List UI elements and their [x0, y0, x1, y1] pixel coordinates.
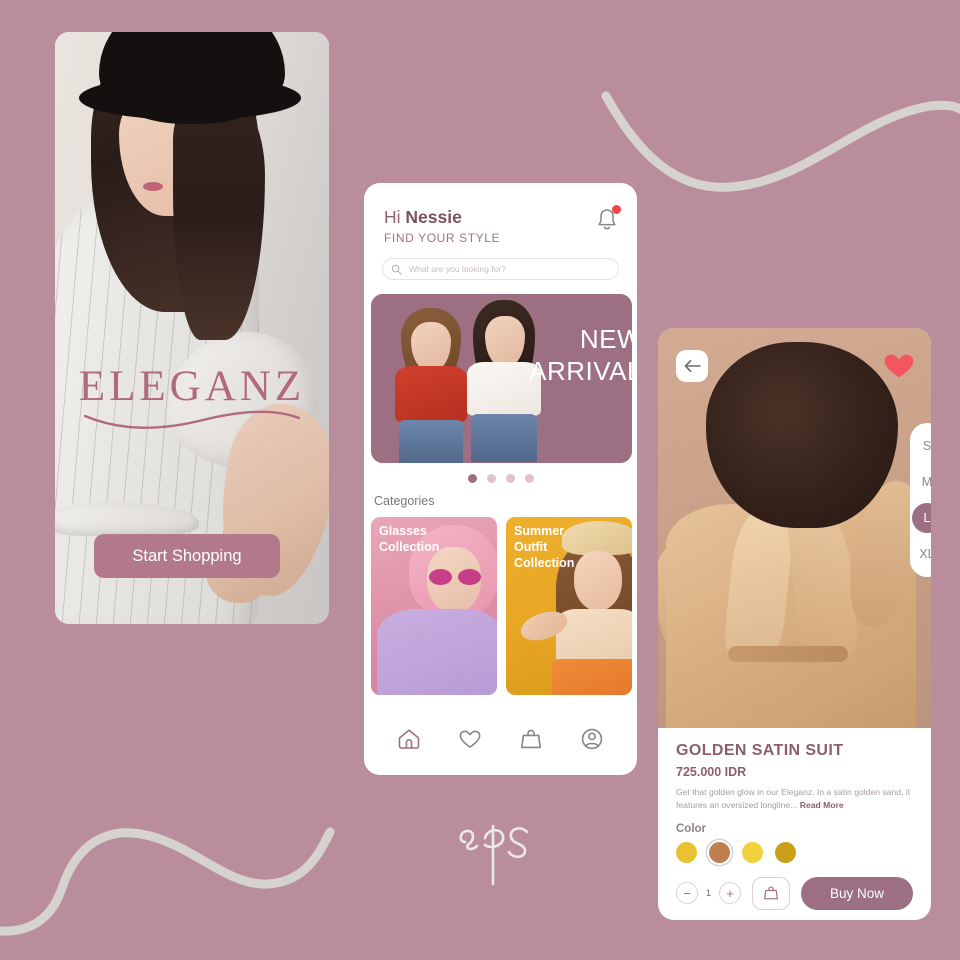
carousel-dot-1[interactable] [467, 474, 477, 483]
carousel-dot-4[interactable] [524, 474, 534, 483]
quantity-value: 1 [705, 887, 712, 899]
buy-now-button[interactable]: Buy Now [801, 876, 913, 910]
product-price: 725.000 IDR [676, 765, 747, 779]
quantity-decrement-button[interactable]: − [676, 882, 698, 905]
onboarding-screen: ELEGANZ Start Shopping [55, 32, 329, 624]
category-label-summer-outfit: Summer Outfit Collection [514, 524, 575, 570]
carousel-dot-2[interactable] [486, 474, 496, 483]
color-swatch-3[interactable] [742, 841, 763, 863]
bag-icon [764, 886, 778, 900]
greeting-prefix: Hi [384, 207, 406, 227]
product-description: Get that golden glow in our Eleganz. In … [676, 786, 913, 813]
color-swatch-1[interactable] [676, 841, 697, 863]
categories-heading: Categories [374, 494, 435, 508]
home-header: Hi Nessie FIND YOUR STYLE [364, 183, 637, 245]
product-detail-screen: S M L XL GOLDEN SATIN SUIT 725.000 IDR G… [658, 328, 931, 920]
color-label: Color [676, 822, 707, 835]
nav-profile-icon[interactable] [579, 726, 605, 752]
quantity-increment-button[interactable]: + [719, 882, 741, 905]
notification-badge-dot [612, 205, 621, 214]
size-option-s[interactable]: S [912, 431, 931, 461]
add-to-bag-button[interactable] [752, 876, 790, 910]
eps-signature-logo [459, 824, 529, 886]
color-swatch-4[interactable] [775, 841, 796, 863]
categories-list: Glasses Collection Summer Outfit Collect… [371, 517, 637, 695]
banner-headline: NEW ARRIVAL [529, 324, 637, 387]
nav-home-icon[interactable] [396, 726, 422, 752]
color-swatch-2[interactable] [709, 841, 730, 863]
search-bar[interactable] [382, 258, 619, 280]
brand-swoosh-icon [83, 410, 301, 429]
carousel-dots[interactable] [364, 474, 637, 483]
tagline: FIND YOUR STYLE [384, 231, 501, 245]
category-card-summer-outfit[interactable]: Summer Outfit Collection [506, 517, 632, 695]
size-option-xl[interactable]: XL [912, 539, 931, 569]
banner-line-1: NEW [579, 324, 637, 354]
product-title: GOLDEN SATIN SUIT [676, 742, 844, 759]
home-screen: Hi Nessie FIND YOUR STYLE What are you l… [364, 183, 637, 775]
new-arrival-banner[interactable]: NEW ARRIVAL [371, 294, 637, 463]
bottom-navigation [364, 703, 637, 775]
search-input[interactable] [409, 264, 610, 274]
greeting-name: Nessie [405, 207, 462, 227]
search-icon [391, 264, 402, 275]
favorite-heart-icon[interactable] [883, 350, 915, 379]
read-more-link[interactable]: Read More [800, 800, 844, 810]
start-shopping-button[interactable]: Start Shopping [94, 534, 280, 578]
category-label-glasses: Glasses Collection [379, 524, 440, 554]
carousel-dot-3[interactable] [505, 474, 515, 483]
quantity-stepper[interactable]: − 1 + [676, 882, 741, 905]
back-arrow-icon [684, 360, 701, 372]
product-hero-photo: S M L XL [658, 328, 931, 728]
greeting: Hi Nessie [384, 207, 617, 228]
back-button[interactable] [676, 350, 708, 382]
banner-line-2: ARRIVAL [529, 355, 637, 386]
color-swatches[interactable] [676, 841, 913, 863]
size-selector[interactable]: S M L XL [910, 423, 931, 577]
product-info: GOLDEN SATIN SUIT 725.000 IDR Get that g… [658, 728, 931, 863]
category-card-glasses[interactable]: Glasses Collection [371, 517, 497, 695]
product-description-text: Get that golden glow in our Eleganz. In … [676, 787, 911, 811]
size-option-m[interactable]: M [912, 467, 931, 497]
product-actions: − 1 + Buy Now [658, 863, 931, 910]
nav-heart-icon[interactable] [457, 726, 483, 752]
brand-wordmark: ELEGANZ [55, 362, 329, 429]
nav-bag-icon[interactable] [518, 726, 544, 752]
size-option-l[interactable]: L [912, 503, 931, 533]
